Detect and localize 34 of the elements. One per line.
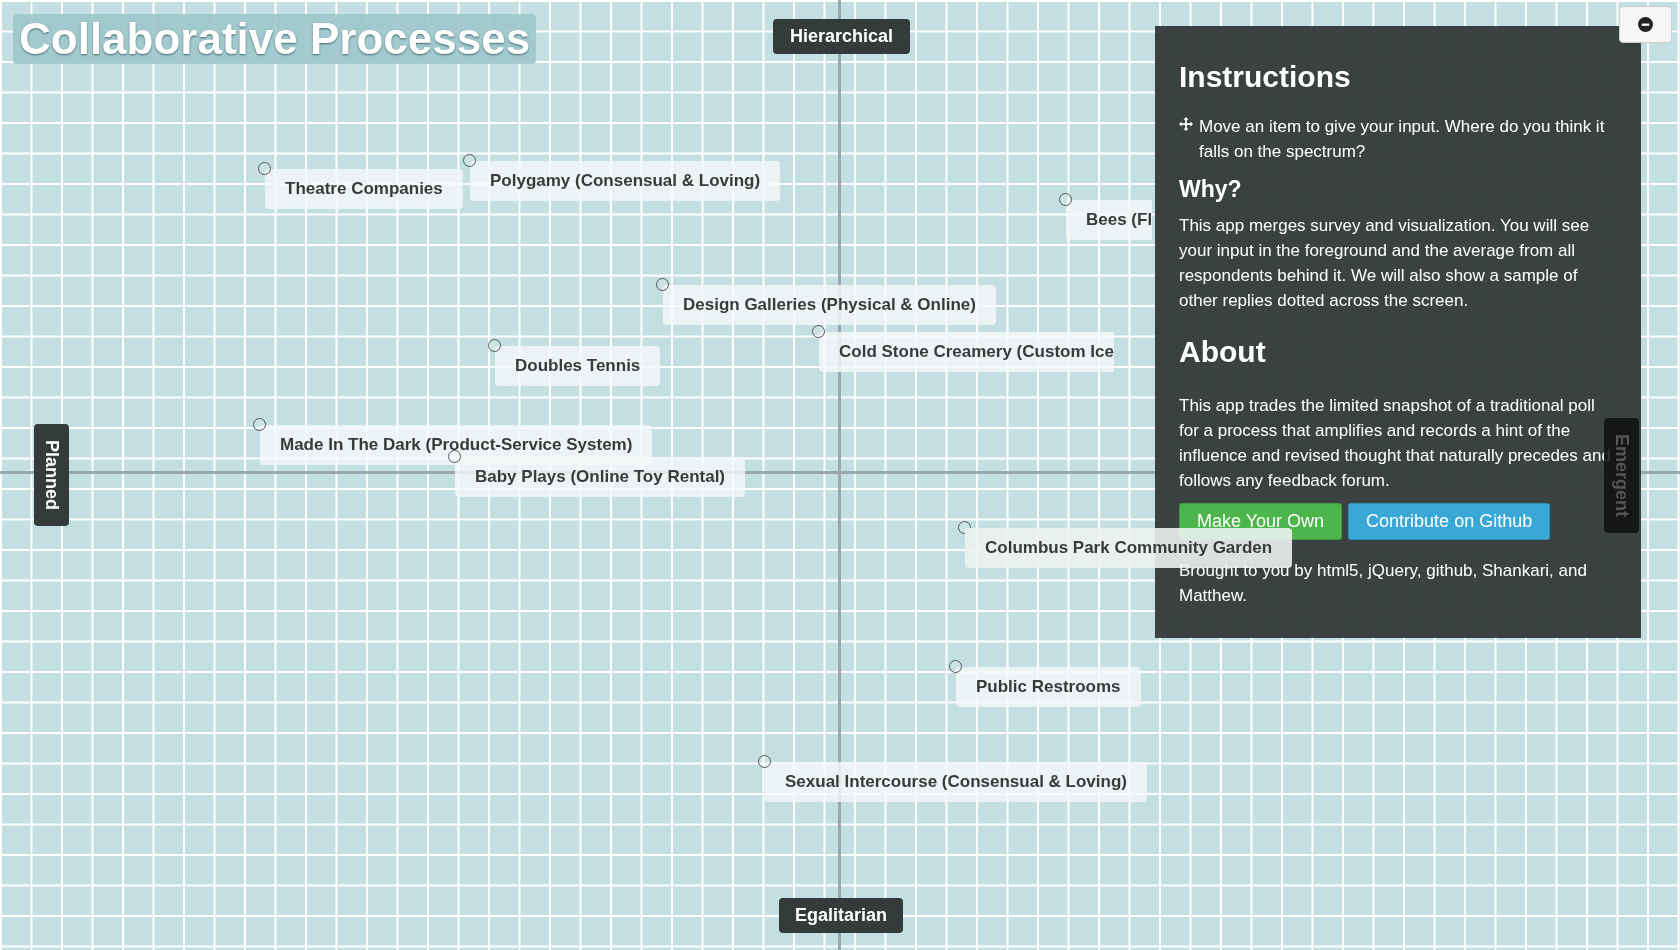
item-label[interactable]: Made In The Dark (Product-Service System) [260, 425, 653, 465]
drag-handle[interactable] [949, 660, 962, 673]
panel-text: This app merges survey and visualization. You will see your input in the foreground and the average from all respondents behind it. We will also show a sample of other replies dotted across the screen. [1179, 215, 1591, 312]
item-label[interactable]: Sexual Intercourse (Consensual & Loving) [765, 762, 1147, 802]
drag-handle[interactable] [463, 154, 476, 167]
panel-heading: About [1179, 335, 1267, 369]
minimize-icon [1638, 17, 1653, 32]
drag-handle[interactable] [258, 162, 271, 175]
axis-label: Planned [34, 424, 69, 526]
drag-handle[interactable] [488, 339, 501, 352]
item-label[interactable]: Cold Stone Creamery (Custom Ice [819, 332, 1114, 372]
item-label[interactable]: Bees (Fl [1066, 200, 1153, 240]
item-label[interactable]: Columbus Park Community Garden [965, 528, 1293, 568]
item-label[interactable]: Baby Plays (Online Toy Rental) [455, 457, 746, 497]
panel-heading: Why? [1179, 176, 1243, 203]
minimize-button[interactable] [1619, 6, 1672, 43]
drag-handle[interactable] [758, 755, 771, 768]
instructions-text: Move an item to give your input. Where do you think it falls on the spectrum? [1199, 116, 1606, 163]
panel-heading: Instructions [1179, 60, 1352, 94]
item-label[interactable]: Public Restrooms [956, 667, 1141, 707]
page-title: Collaborative Processes [13, 14, 537, 64]
drag-handle[interactable] [253, 418, 266, 431]
axis-label: Hierarchical [773, 19, 911, 54]
axis-label: Egalitarian [779, 898, 904, 933]
drag-handle[interactable] [812, 325, 825, 338]
move-icon [1179, 117, 1193, 131]
item-label[interactable]: Theatre Companies [265, 169, 463, 209]
drag-handle[interactable] [958, 521, 971, 534]
item-label[interactable]: Design Galleries (Physical & Online) [663, 285, 996, 325]
item-label[interactable]: Polygamy (Consensual & Loving) [470, 161, 781, 201]
panel-text: This app trades the limited snapshot of a traditional poll for a process that amplifies and records a hint of the influence and revised thought that naturally precedes and follows any feedback forum. [1179, 395, 1612, 492]
item-label[interactable]: Doubles Tennis [495, 346, 661, 386]
drag-handle[interactable] [1059, 193, 1072, 206]
drag-handle[interactable] [656, 278, 669, 291]
